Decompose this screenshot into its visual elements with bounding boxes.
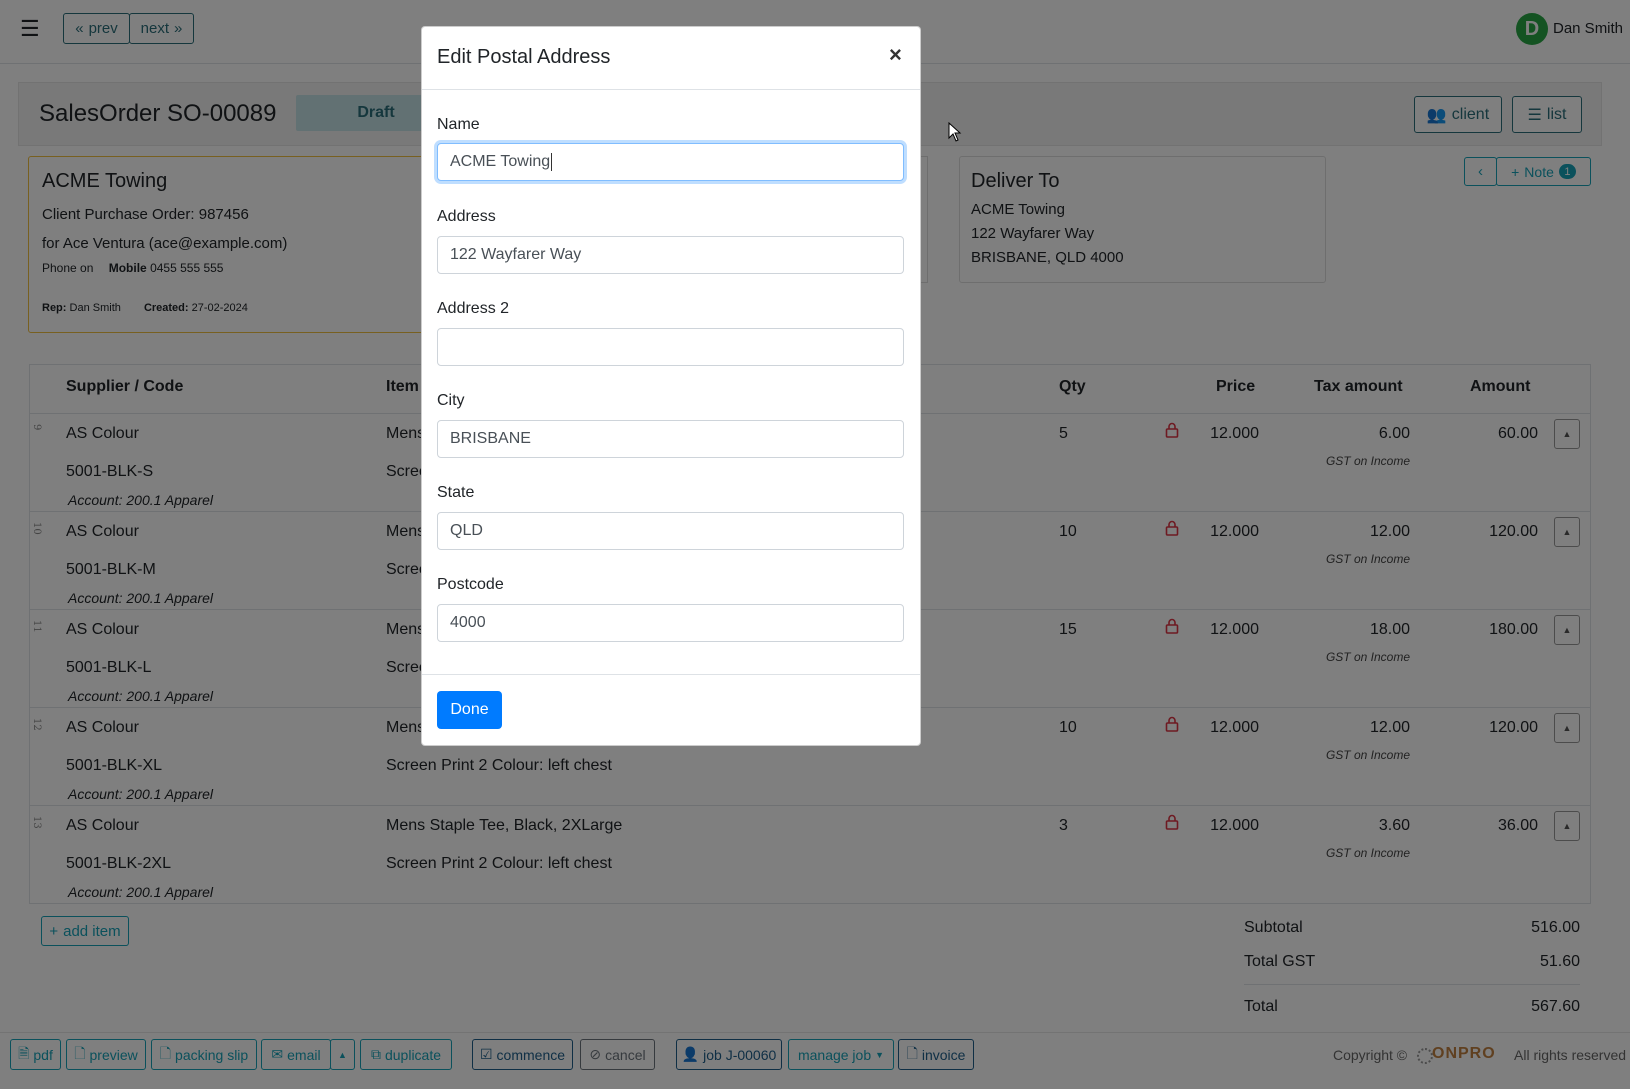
modal-footer-divider xyxy=(422,674,920,675)
address2-input[interactable] xyxy=(437,328,904,366)
postcode-label: Postcode xyxy=(437,576,504,593)
close-icon[interactable]: × xyxy=(889,42,902,68)
address2-label: Address 2 xyxy=(437,300,510,317)
state-label: State xyxy=(437,484,475,501)
modal-title: Edit Postal Address xyxy=(437,46,611,68)
name-input[interactable]: ACME Towing xyxy=(437,143,904,181)
address-label: Address xyxy=(437,208,496,225)
city-input[interactable]: BRISBANE xyxy=(437,420,904,458)
name-label: Name xyxy=(437,116,480,133)
address-input[interactable]: 122 Wayfarer Way xyxy=(437,236,904,274)
state-input[interactable]: QLD xyxy=(437,512,904,550)
text-caret xyxy=(551,153,553,171)
modal-header-divider xyxy=(422,89,920,90)
done-button[interactable]: Done xyxy=(437,691,502,729)
mouse-cursor-icon xyxy=(948,122,962,142)
postcode-input[interactable]: 4000 xyxy=(437,604,904,642)
name-input-value: ACME Towing xyxy=(450,153,551,170)
city-label: City xyxy=(437,392,465,409)
